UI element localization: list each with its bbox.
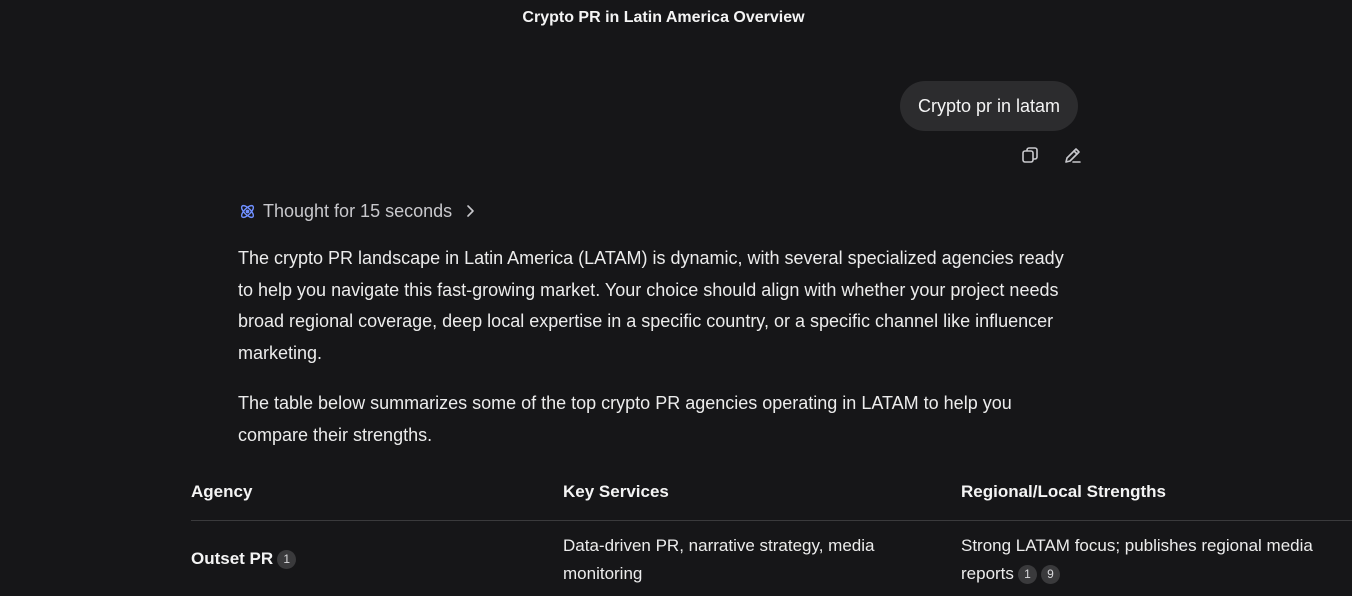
table-cell-strengths: Strong LATAM focus; publishes regional m… bbox=[961, 532, 1341, 588]
citation-badge[interactable]: 1 bbox=[1017, 565, 1037, 585]
thought-toggle[interactable]: Thought for 15 seconds bbox=[238, 198, 476, 224]
thought-label: Thought for 15 seconds bbox=[263, 200, 453, 221]
response-paragraph: The crypto PR landscape in Latin America… bbox=[238, 248, 1064, 364]
citation-badge[interactable]: 1 bbox=[277, 549, 297, 569]
citation-badge[interactable]: 9 bbox=[1040, 565, 1060, 585]
copy-button[interactable] bbox=[1018, 143, 1042, 167]
pencil-icon bbox=[1065, 148, 1081, 163]
edit-message-button[interactable] bbox=[1061, 143, 1085, 167]
chevron-right-icon bbox=[464, 204, 476, 218]
table-header-services: Key Services bbox=[563, 482, 669, 501]
table-header-strengths: Regional/Local Strengths bbox=[961, 482, 1166, 501]
copy-icon bbox=[1022, 147, 1038, 163]
chat-title: Crypto PR in Latin America Overview bbox=[522, 9, 805, 26]
table-divider bbox=[191, 520, 1352, 521]
agency-name: Outset PR bbox=[191, 549, 274, 568]
table-cell-agency: Outset PR 1 bbox=[191, 545, 297, 573]
table-header-agency: Agency bbox=[191, 482, 253, 501]
response-paragraph: The table below summarizes some of the t… bbox=[238, 393, 1012, 445]
table-cell-services: Data-driven PR, narrative strategy, medi… bbox=[563, 536, 875, 583]
strengths-text: Strong LATAM focus; publishes regional m… bbox=[961, 536, 1313, 583]
atom-icon bbox=[240, 204, 255, 218]
user-message-bubble: Crypto pr in latam bbox=[900, 81, 1079, 131]
chat-page: Crypto PR in Latin America Overview Cryp… bbox=[0, 0, 1352, 596]
